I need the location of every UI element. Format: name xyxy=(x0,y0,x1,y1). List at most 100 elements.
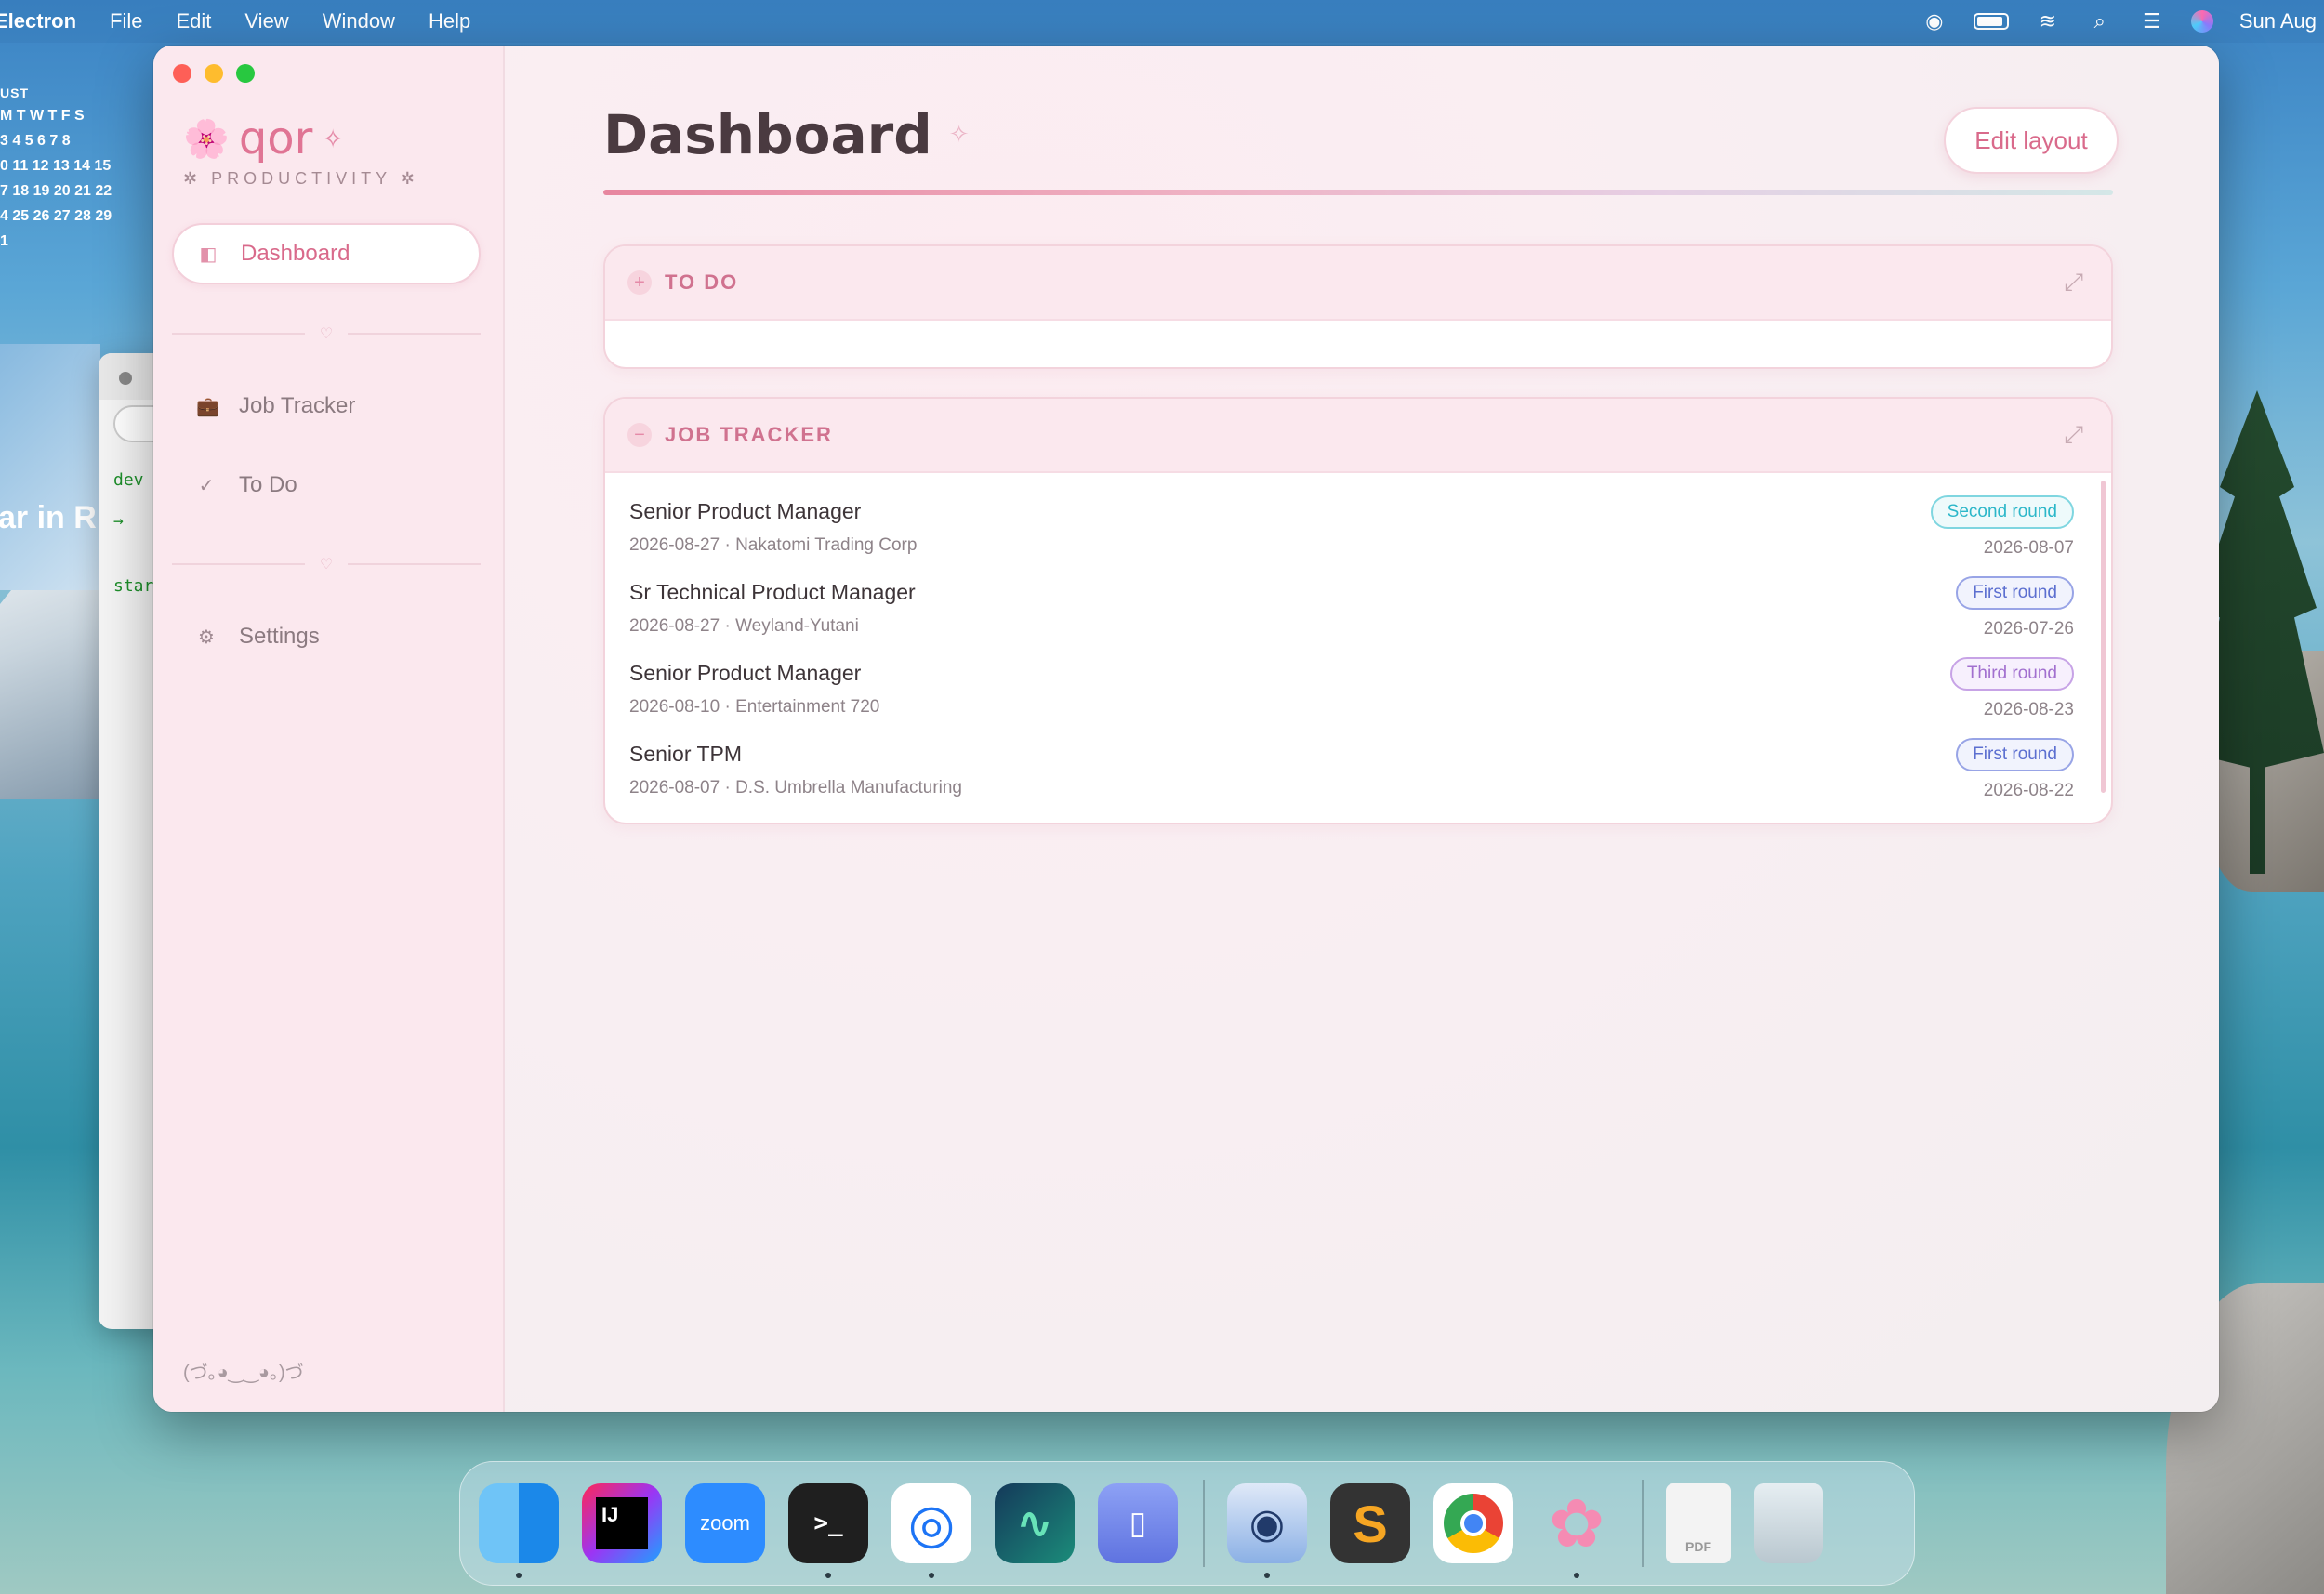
open-external-icon[interactable]: ⤢ xyxy=(2064,420,2083,450)
app-window: 🌸 qor ✧ ✲ PRODUCTIVITY ✲ ◧ Dashboard ♡ 💼… xyxy=(153,46,2219,1412)
todo-card: + TO DO ⤢ xyxy=(603,244,2113,369)
qor-app-icon[interactable]: ✿ xyxy=(1537,1483,1617,1578)
checkmark-icon: ✓ xyxy=(198,475,215,496)
pdf-document-icon[interactable]: PDF xyxy=(1666,1483,1731,1563)
close-window-button[interactable] xyxy=(173,64,191,83)
status-badge[interactable]: First round xyxy=(1956,738,2074,771)
sidebar-item-settings[interactable]: ⚙ Settings xyxy=(172,606,481,667)
terminal-line: dev xyxy=(113,470,144,490)
main-content: Dashboard ✧ Edit layout + TO DO ⤢ − JOB … xyxy=(505,46,2219,1412)
menu-bar: Electron File Edit View Window Help ◉ ≋ … xyxy=(0,0,2324,43)
brand-tagline: ✲ PRODUCTIVITY ✲ xyxy=(183,169,419,188)
list-item[interactable]: Sr Technical Product Manager 2026-08-27 … xyxy=(629,563,2074,644)
dock-divider xyxy=(1642,1480,1644,1567)
terminal-line: star xyxy=(113,576,154,596)
job-list-scrollbar[interactable] xyxy=(2101,481,2106,793)
terminal-label: >_ xyxy=(813,1509,843,1537)
remote-icon[interactable]: ▯ xyxy=(1098,1483,1178,1563)
wifi-icon[interactable]: ≋ xyxy=(2035,9,2061,33)
terminal-icon[interactable]: >_ xyxy=(788,1483,868,1578)
menu-file[interactable]: File xyxy=(110,9,142,33)
battery-icon[interactable] xyxy=(1973,13,2009,30)
job-tracker-card: − JOB TRACKER ⤢ Senior Product Manager 2… xyxy=(603,397,2113,824)
status-badge[interactable]: Third round xyxy=(1949,657,2074,691)
menu-edit[interactable]: Edit xyxy=(176,9,211,33)
calendar-row: 0 11 12 13 14 15 xyxy=(0,158,112,174)
flower-icon: 🌸 xyxy=(183,118,230,160)
job-meta: 2026-08-10 · Entertainment 720 xyxy=(629,697,880,717)
heart-icon: ♡ xyxy=(319,326,334,342)
sidebar-item-label: To Do xyxy=(239,472,297,497)
sidebar-divider: ♡ xyxy=(172,324,481,343)
search-icon[interactable]: ⌕ xyxy=(2087,9,2113,33)
menubar-clock[interactable]: Sun Aug xyxy=(2239,9,2317,33)
list-item[interactable]: Senior Product Manager 2026-08-10 · Ente… xyxy=(629,644,2074,725)
intellij-icon[interactable]: IJ xyxy=(582,1483,662,1563)
menu-app-name[interactable]: Electron xyxy=(0,9,76,33)
job-date: 2026-08-22 xyxy=(1983,781,2074,800)
freeform-icon[interactable]: ∿ xyxy=(995,1483,1075,1563)
job-title: Sr Technical Product Manager xyxy=(629,580,916,604)
terminal-close-icon[interactable] xyxy=(119,372,132,385)
job-meta: 2026-08-27 · Weyland-Yutani xyxy=(629,616,859,636)
page-title-text: Dashboard xyxy=(603,103,932,166)
sidebar-item-dashboard[interactable]: ◧ Dashboard xyxy=(172,223,481,284)
sidebar-divider: ♡ xyxy=(172,555,481,573)
menu-window[interactable]: Window xyxy=(323,9,395,33)
list-item[interactable]: Senior TPM 2026-08-07 · D.S. Umbrella Ma… xyxy=(629,725,2074,806)
status-badge[interactable]: First round xyxy=(1956,576,2074,610)
lens-icon[interactable]: ◉ xyxy=(1227,1483,1307,1578)
calendar-month: UST xyxy=(0,86,29,100)
open-external-icon[interactable]: ⤢ xyxy=(2064,268,2083,297)
calendar-row: 7 18 19 20 21 22 xyxy=(0,183,112,199)
title-underline xyxy=(603,190,2113,195)
edit-layout-button[interactable]: Edit layout xyxy=(1944,107,2119,174)
menu-view[interactable]: View xyxy=(244,9,288,33)
background-card[interactable]: ar in R xyxy=(0,344,100,590)
dashboard-icon: ◧ xyxy=(199,244,218,265)
minimize-window-button[interactable] xyxy=(205,64,223,83)
sidebar-item-label: Dashboard xyxy=(241,241,350,266)
job-date: 2026-08-23 xyxy=(1983,700,2074,719)
briefcase-icon: 💼 xyxy=(196,396,219,417)
expand-toggle-icon[interactable]: + xyxy=(627,270,652,295)
window-controls xyxy=(173,64,255,83)
quicktime-icon[interactable]: ◎ xyxy=(891,1483,971,1578)
intellij-label: IJ xyxy=(596,1497,648,1549)
control-center-icon[interactable]: ☰ xyxy=(2139,9,2165,33)
sublime-text-icon[interactable]: S xyxy=(1330,1483,1410,1563)
sidebar-item-job-tracker[interactable]: 💼 Job Tracker xyxy=(172,375,481,437)
finder-icon[interactable] xyxy=(479,1483,559,1578)
chrome-icon[interactable] xyxy=(1433,1483,1513,1563)
calendar-row: M T W T F S xyxy=(0,108,85,124)
zoom-window-button[interactable] xyxy=(236,64,255,83)
calendar-row: 1 xyxy=(0,233,8,249)
job-meta: 2026-08-07 · D.S. Umbrella Manufacturing xyxy=(629,778,963,797)
status-badge[interactable]: Second round xyxy=(1930,495,2074,529)
zoom-icon[interactable]: zoom xyxy=(685,1483,765,1563)
brand-name: qor xyxy=(238,112,313,165)
sidebar-item-todo[interactable]: ✓ To Do xyxy=(172,454,481,516)
todo-card-title: TO DO xyxy=(665,270,739,294)
calendar-widget: UST M T W T F S 3 4 5 6 7 8 0 11 12 13 1… xyxy=(0,86,158,318)
trash-icon[interactable] xyxy=(1754,1483,1823,1563)
collapse-toggle-icon[interactable]: − xyxy=(627,423,652,447)
sparkle-icon: ✧ xyxy=(322,124,344,153)
sidebar-item-label: Settings xyxy=(239,624,320,649)
todo-card-header[interactable]: + TO DO ⤢ xyxy=(605,246,2111,321)
user-icon[interactable]: ◉ xyxy=(1921,9,1948,33)
pdf-label: PDF xyxy=(1685,1539,1711,1554)
zoom-label: zoom xyxy=(700,1511,750,1535)
job-date: 2026-07-26 xyxy=(1983,619,2074,639)
calendar-row: 4 25 26 27 28 29 xyxy=(0,208,112,224)
list-item[interactable]: Senior Product Manager 2026-08-27 · Naka… xyxy=(629,482,2074,563)
job-date: 2026-08-07 xyxy=(1983,538,2074,558)
kaomoji-footer: (づ｡◕‿‿◕｡)づ xyxy=(183,1363,304,1383)
brand: 🌸 qor ✧ xyxy=(183,112,344,165)
menu-help[interactable]: Help xyxy=(429,9,470,33)
job-tracker-card-header[interactable]: − JOB TRACKER ⤢ xyxy=(605,399,2111,473)
gear-icon: ⚙ xyxy=(198,626,215,648)
siri-icon[interactable] xyxy=(2190,10,2213,33)
job-title: Senior Product Manager xyxy=(629,661,862,685)
job-list: Senior Product Manager 2026-08-27 · Naka… xyxy=(605,473,2111,815)
